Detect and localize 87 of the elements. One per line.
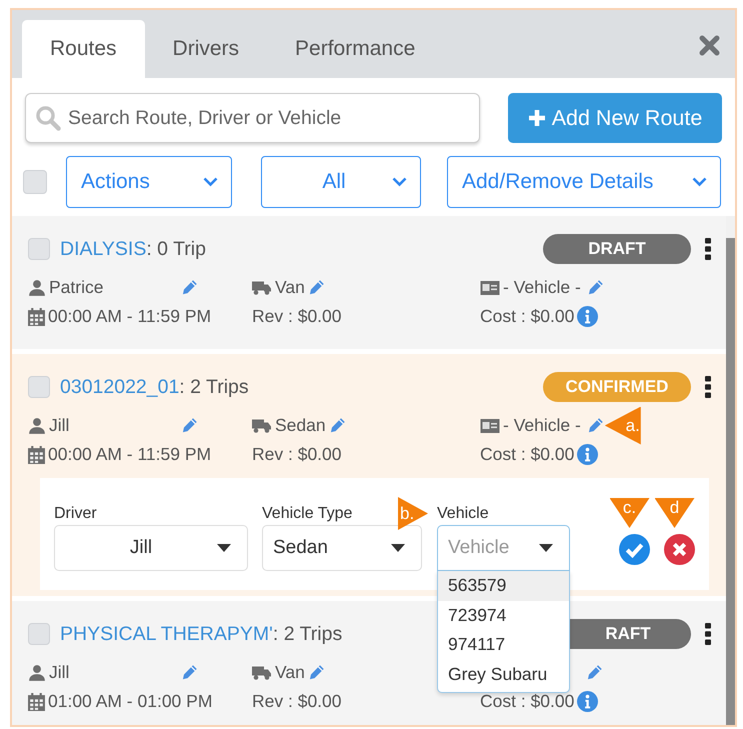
vehicle-name: - Vehicle -: [503, 277, 581, 298]
close-icon[interactable]: [699, 35, 720, 56]
tab[interactable]: Drivers: [144, 20, 268, 78]
tab[interactable]: Routes: [22, 20, 145, 78]
status-badge: DRAFT: [543, 234, 691, 264]
caret-icon: [539, 544, 553, 552]
driver-name: Jill: [49, 415, 70, 436]
confirm-icon[interactable]: [619, 534, 650, 565]
tab[interactable]: Performance: [267, 20, 444, 78]
field-label: Vehicle: [437, 505, 489, 523]
driver-name: Patrice: [49, 277, 104, 298]
vehicle-type: Van: [275, 277, 305, 298]
vehicle-type: Van: [275, 662, 305, 683]
trip-count: : 2 Trips: [179, 376, 249, 398]
status-badge: CONFIRMED: [543, 372, 691, 402]
route-name-link[interactable]: 03012022_01: [60, 376, 180, 398]
pencil-icon[interactable]: [308, 664, 325, 681]
more-options-icon[interactable]: [705, 376, 711, 398]
select-field[interactable]: Sedan: [262, 525, 422, 571]
calendar-icon: [28, 308, 45, 326]
trip-count: : 0 Trip: [146, 238, 206, 260]
time-range: 01:00 AM - 01:00 PM: [48, 691, 212, 712]
field-label: Driver: [54, 505, 97, 523]
pencil-icon[interactable]: [308, 279, 325, 296]
cost: Cost : $0.00: [480, 306, 574, 327]
chevron-down-icon: [203, 177, 218, 187]
route-checkbox[interactable]: [28, 376, 50, 398]
pencil-icon[interactable]: [328, 417, 346, 434]
filter-dropdown[interactable]: All: [261, 156, 421, 208]
dropdown-option[interactable]: 563579: [438, 571, 569, 600]
calendar-icon: [28, 446, 45, 464]
revenue: Rev : $0.00: [252, 691, 342, 712]
select-all-checkbox[interactable]: [23, 170, 47, 194]
truck-icon: [252, 664, 272, 681]
truck-icon: [252, 279, 272, 296]
vehicle-name: - Vehicle -: [503, 415, 581, 436]
more-options-icon[interactable]: [705, 238, 711, 260]
route-name-link[interactable]: PHYSICAL THERAPYM': [60, 622, 273, 646]
revenue: Rev : $0.00: [252, 306, 342, 327]
pencil-icon[interactable]: [181, 664, 198, 681]
callout-marker: a.: [604, 406, 641, 444]
revenue: Rev : $0.00: [252, 444, 342, 465]
pencil-icon[interactable]: [586, 279, 604, 296]
cancel-icon[interactable]: [664, 534, 695, 565]
pencil-icon[interactable]: [181, 279, 198, 296]
cost: Cost : $0.00: [480, 691, 574, 712]
route-name-link[interactable]: DIALYSIS: [60, 238, 146, 260]
callout-marker: d: [654, 498, 694, 528]
callout-marker: b.: [398, 497, 428, 530]
pencil-icon[interactable]: [181, 417, 198, 434]
add-route-button[interactable]: Add New Route: [508, 93, 722, 143]
route-checkbox[interactable]: [28, 623, 50, 645]
chevron-down-icon: [692, 177, 707, 187]
person-icon: [28, 278, 46, 296]
truck-icon: [252, 417, 272, 434]
caret-icon: [391, 544, 405, 552]
callout-marker: c.: [610, 498, 650, 528]
info-icon[interactable]: [577, 444, 598, 465]
driver-name: Jill: [49, 662, 70, 683]
search-icon: [35, 105, 61, 131]
search-field[interactable]: Search Route, Driver or Vehicle: [25, 93, 480, 143]
info-icon[interactable]: [577, 306, 598, 327]
select-field[interactable]: Vehicle: [437, 525, 570, 571]
scrollbar[interactable]: [726, 216, 735, 725]
dropdown-option[interactable]: Grey Subaru: [438, 660, 569, 689]
person-icon: [28, 416, 46, 434]
pencil-icon[interactable]: [586, 417, 604, 434]
route-checkbox[interactable]: [28, 238, 50, 260]
filter-dropdown[interactable]: Actions: [66, 156, 232, 208]
time-range: 00:00 AM - 11:59 PM: [48, 306, 212, 327]
trip-count: : 2 Trips: [272, 622, 342, 646]
select-field[interactable]: Jill: [54, 525, 248, 571]
vehicle-type: Sedan: [275, 415, 326, 436]
time-range: 00:00 AM - 11:59 PM: [48, 444, 212, 465]
cost: Cost : $0.00: [480, 444, 574, 465]
field-label: Vehicle Type: [262, 505, 352, 523]
chevron-down-icon: [392, 177, 407, 187]
info-icon[interactable]: [577, 691, 598, 712]
caret-icon: [217, 544, 231, 552]
plus-icon: [528, 109, 546, 127]
filter-dropdown[interactable]: Add/Remove Details: [447, 156, 721, 208]
id-card-icon: [480, 280, 500, 296]
person-icon: [28, 664, 46, 682]
id-card-icon: [480, 418, 500, 434]
more-options-icon[interactable]: [705, 623, 711, 645]
calendar-icon: [28, 692, 45, 710]
pencil-icon[interactable]: [586, 664, 603, 681]
